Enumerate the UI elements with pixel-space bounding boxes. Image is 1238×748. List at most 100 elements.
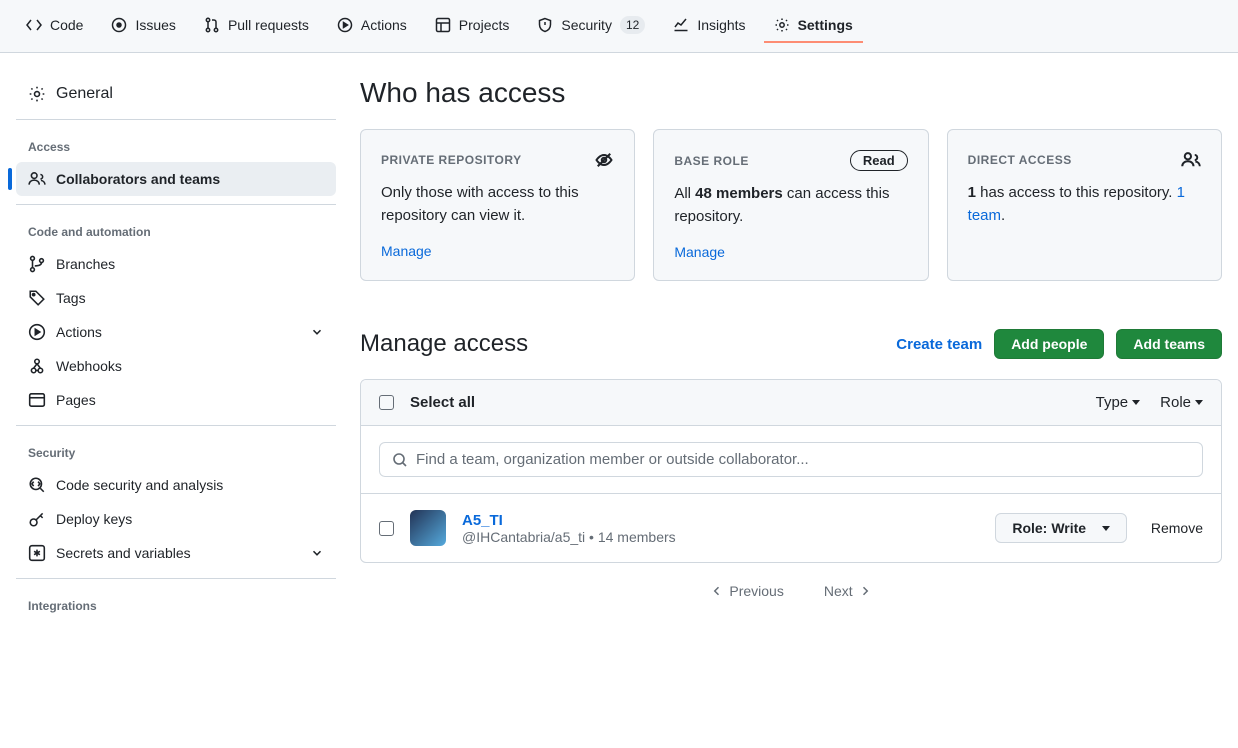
sidebar-item-actions[interactable]: Actions <box>16 315 336 349</box>
sidebar-item-tags[interactable]: Tags <box>16 281 336 315</box>
select-all-label: Select all <box>410 394 475 411</box>
eye-closed-icon <box>594 150 614 170</box>
sidebar-heading-integrations: Integrations <box>16 591 336 621</box>
card-title: BASE ROLE <box>674 154 749 168</box>
card-private-repo: PRIVATE REPOSITORY Only those with acces… <box>360 129 635 281</box>
code-icon <box>26 17 42 33</box>
tab-label: Projects <box>459 17 510 33</box>
label: Collaborators and teams <box>56 171 220 187</box>
sidebar-item-deploy-keys[interactable]: Deploy keys <box>16 502 336 536</box>
caret-down-icon <box>1102 526 1110 531</box>
row-checkbox[interactable] <box>379 521 394 536</box>
manage-access-heading: Manage access <box>360 330 528 358</box>
sidebar-item-collaborators[interactable]: Collaborators and teams <box>16 162 336 196</box>
sidebar-heading-security: Security <box>16 438 336 468</box>
divider <box>16 119 336 120</box>
search-input-wrapper[interactable] <box>379 442 1203 477</box>
gear-icon <box>774 17 790 33</box>
main-content: Who has access PRIVATE REPOSITORY Only t… <box>360 77 1222 621</box>
tab-settings[interactable]: Settings <box>764 9 863 43</box>
settings-sidebar: General Access Collaborators and teams C… <box>16 77 336 621</box>
tab-issues[interactable]: Issues <box>101 9 185 43</box>
pager-next[interactable]: Next <box>824 583 871 599</box>
sidebar-item-code-security[interactable]: Code security and analysis <box>16 468 336 502</box>
divider <box>16 204 336 205</box>
pager-prev[interactable]: Previous <box>711 583 783 599</box>
chevron-down-icon <box>310 546 324 560</box>
divider <box>16 425 336 426</box>
sidebar-heading-access: Access <box>16 132 336 162</box>
sidebar-heading-code-auto: Code and automation <box>16 217 336 247</box>
gear-icon <box>28 85 46 103</box>
select-all-checkbox[interactable] <box>379 395 394 410</box>
remove-link[interactable]: Remove <box>1151 520 1203 536</box>
team-subtext: @IHCantabria/a5_ti • 14 members <box>462 529 979 545</box>
manage-link[interactable]: Manage <box>674 244 725 260</box>
asterisk-icon <box>28 544 46 562</box>
tab-code[interactable]: Code <box>16 9 93 43</box>
play-circle-icon <box>337 17 353 33</box>
who-has-access-heading: Who has access <box>360 77 1222 109</box>
branch-icon <box>28 255 46 273</box>
card-body: All 48 members can access this repositor… <box>674 183 907 228</box>
search-input[interactable] <box>416 451 1190 468</box>
card-body: Only those with access to this repositor… <box>381 182 614 227</box>
sidebar-item-general[interactable]: General <box>16 77 336 111</box>
label: Webhooks <box>56 358 122 374</box>
tab-security[interactable]: Security 12 <box>527 8 655 44</box>
access-list: Select all Type Role <box>360 379 1222 563</box>
label: Secrets and variables <box>56 545 191 561</box>
divider <box>16 578 336 579</box>
card-direct-access: DIRECT ACCESS 1 has access to this repos… <box>947 129 1222 281</box>
filter-type-dropdown[interactable]: Type <box>1096 394 1141 411</box>
tab-insights[interactable]: Insights <box>663 9 755 43</box>
card-body: 1 has access to this repository. 1 team. <box>968 182 1201 227</box>
team-name-link[interactable]: A5_TI <box>462 512 979 529</box>
browser-icon <box>28 391 46 409</box>
pagination: Previous Next <box>360 563 1222 619</box>
pull-request-icon <box>204 17 220 33</box>
access-cards: PRIVATE REPOSITORY Only those with acces… <box>360 129 1222 281</box>
tab-label: Settings <box>798 17 853 33</box>
create-team-link[interactable]: Create team <box>896 336 982 353</box>
security-count: 12 <box>620 16 645 34</box>
tab-actions[interactable]: Actions <box>327 9 417 43</box>
graph-icon <box>673 17 689 33</box>
tab-label: Security <box>561 17 612 33</box>
tab-label: Actions <box>361 17 407 33</box>
sidebar-item-branches[interactable]: Branches <box>16 247 336 281</box>
caret-down-icon <box>1195 400 1203 405</box>
label: Pages <box>56 392 96 408</box>
search-icon <box>392 452 408 468</box>
caret-down-icon <box>1132 400 1140 405</box>
tab-label: Issues <box>135 17 175 33</box>
manage-link[interactable]: Manage <box>381 243 432 259</box>
chevron-down-icon <box>310 325 324 339</box>
repo-topnav: Code Issues Pull requests Actions Projec… <box>0 0 1238 53</box>
key-icon <box>28 510 46 528</box>
projects-icon <box>435 17 451 33</box>
tab-label: Insights <box>697 17 745 33</box>
webhook-icon <box>28 357 46 375</box>
sidebar-item-webhooks[interactable]: Webhooks <box>16 349 336 383</box>
role-badge: Read <box>850 150 908 171</box>
card-base-role: BASE ROLE Read All 48 members can access… <box>653 129 928 281</box>
label: Code security and analysis <box>56 477 223 493</box>
manage-access-header: Manage access Create team Add people Add… <box>360 329 1222 359</box>
label: Deploy keys <box>56 511 132 527</box>
add-people-button[interactable]: Add people <box>994 329 1104 359</box>
people-icon <box>28 170 46 188</box>
tab-label: Pull requests <box>228 17 309 33</box>
team-avatar <box>410 510 446 546</box>
list-search-row <box>361 425 1221 493</box>
codescan-icon <box>28 476 46 494</box>
tab-pull-requests[interactable]: Pull requests <box>194 9 319 43</box>
tab-projects[interactable]: Projects <box>425 9 520 43</box>
sidebar-item-pages[interactable]: Pages <box>16 383 336 417</box>
tab-label: Code <box>50 17 83 33</box>
label: General <box>56 85 113 103</box>
filter-role-dropdown[interactable]: Role <box>1160 394 1203 411</box>
role-select-button[interactable]: Role: Write <box>995 513 1127 543</box>
sidebar-item-secrets[interactable]: Secrets and variables <box>16 536 336 570</box>
add-teams-button[interactable]: Add teams <box>1116 329 1222 359</box>
